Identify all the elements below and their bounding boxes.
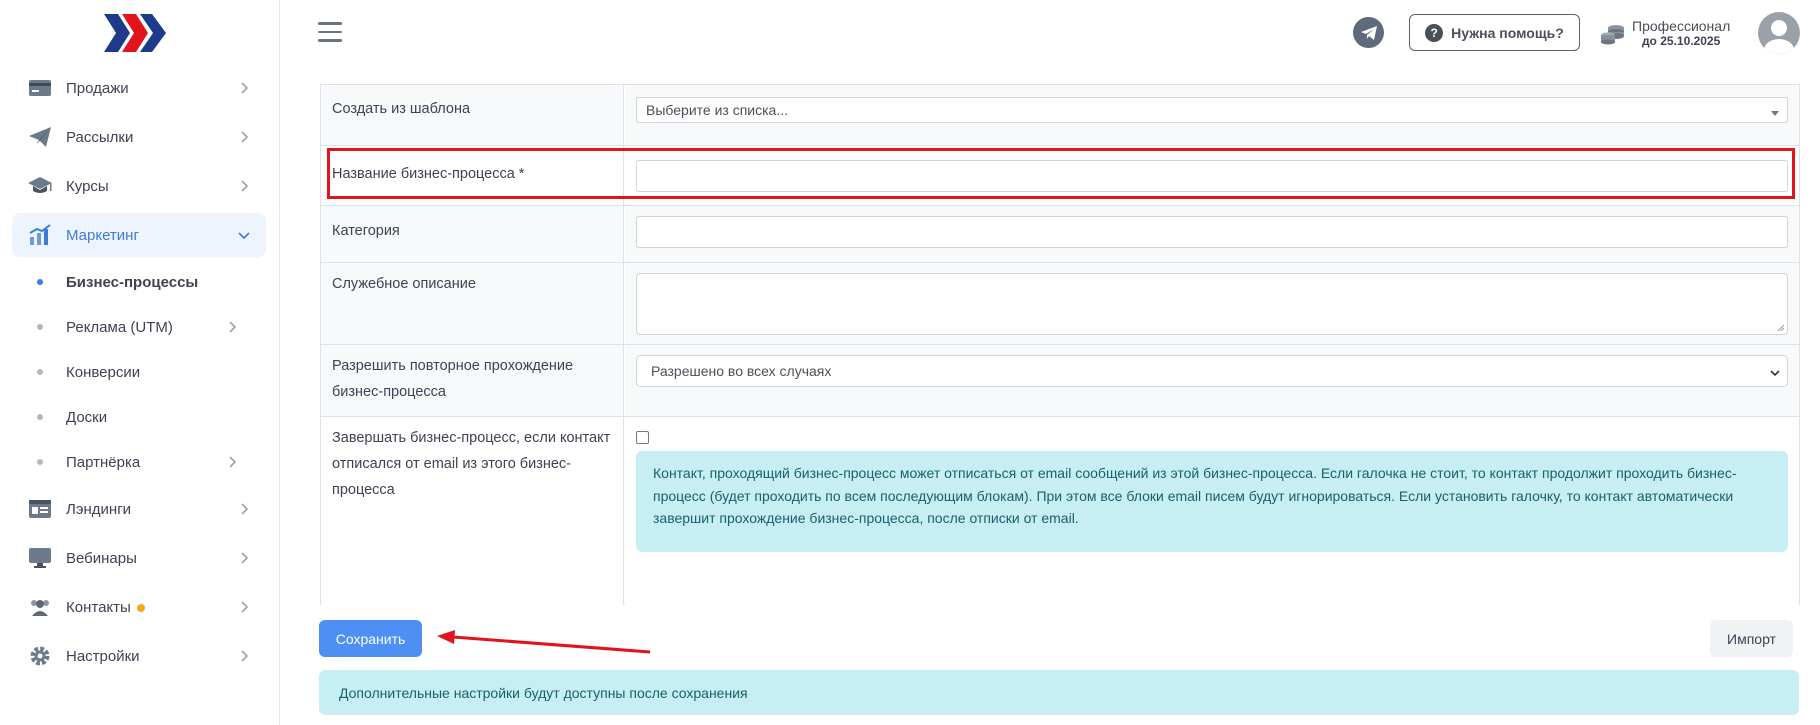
chevron-right-icon bbox=[241, 82, 249, 94]
sidebar-sub-label: Доски bbox=[66, 408, 108, 426]
coins-icon bbox=[1601, 25, 1624, 45]
sidebar-item-settings[interactable]: Настройки bbox=[12, 634, 266, 678]
category-input[interactable] bbox=[636, 216, 1788, 248]
row-unsubscribe: Завершать бизнес-процесс, если контакт о… bbox=[321, 417, 1799, 605]
wallet-icon bbox=[26, 74, 54, 102]
plan-name: Профессионал bbox=[1632, 18, 1731, 34]
help-button[interactable]: ? Нужна помощь? bbox=[1409, 14, 1580, 51]
sidebar-item-label: Контакты bbox=[66, 599, 145, 616]
bullet-icon bbox=[37, 414, 43, 420]
sidebar-sub-label: Реклама (UTM) bbox=[66, 318, 173, 336]
template-placeholder: Выберите из списка... bbox=[646, 102, 789, 118]
chevron-right-icon bbox=[229, 456, 237, 468]
bullet-icon bbox=[37, 459, 43, 465]
paper-plane-icon bbox=[26, 123, 54, 151]
chevron-right-icon bbox=[241, 503, 249, 515]
logo[interactable] bbox=[104, 14, 166, 52]
chevron-right-icon bbox=[241, 180, 249, 192]
sidebar-item-label: Курсы bbox=[66, 177, 109, 195]
plan-date: до 25.10.2025 bbox=[1641, 34, 1721, 48]
sidebar-sub-boards[interactable]: Доски bbox=[12, 398, 266, 436]
sidebar-item-label: Вебинары bbox=[66, 549, 137, 567]
category-label: Категория bbox=[321, 206, 624, 262]
notification-dot bbox=[136, 603, 145, 612]
sidebar-item-webinars[interactable]: Вебинары bbox=[12, 536, 266, 580]
question-icon: ? bbox=[1425, 23, 1444, 42]
sidebar-item-contacts[interactable]: Контакты bbox=[12, 585, 266, 629]
sidebar: Продажи Рассылки Курсы Маркетинг Бизнес-… bbox=[0, 0, 280, 725]
chevron-right-icon bbox=[241, 552, 249, 564]
business-process-form: Создать из шаблона Выберите из списка...… bbox=[320, 84, 1800, 605]
plan-badge[interactable]: Профессионал до 25.10.2025 bbox=[1600, 17, 1735, 51]
import-button[interactable]: Импорт bbox=[1710, 620, 1793, 657]
sidebar-sub-label: Конверсии bbox=[66, 363, 141, 381]
monitor-icon bbox=[26, 544, 54, 572]
sidebar-item-label: Маркетинг bbox=[66, 226, 139, 244]
graduation-cap-icon bbox=[26, 172, 54, 200]
bullet-icon bbox=[37, 324, 43, 330]
chevron-right-icon bbox=[241, 601, 249, 613]
avatar[interactable] bbox=[1758, 12, 1800, 54]
help-label: Нужна помощь? bbox=[1451, 24, 1564, 41]
landing-page-icon bbox=[26, 495, 54, 523]
bar-chart-icon bbox=[26, 221, 54, 249]
name-input[interactable] bbox=[636, 160, 1788, 192]
sidebar-sub-label: Бизнес-процессы bbox=[66, 273, 199, 291]
chevron-right-icon bbox=[241, 650, 249, 662]
menu-icon[interactable] bbox=[318, 22, 342, 42]
sidebar-item-label: Лэндинги bbox=[66, 500, 132, 518]
unsubscribe-label: Завершать бизнес-процесс, если контакт о… bbox=[321, 417, 624, 605]
sidebar-sub-partners[interactable]: Партнёрка bbox=[12, 443, 266, 481]
bullet-icon bbox=[37, 369, 43, 375]
sidebar-item-courses[interactable]: Курсы bbox=[12, 164, 266, 208]
chevron-down-icon bbox=[1770, 370, 1780, 377]
chevron-right-icon bbox=[229, 321, 237, 333]
row-template: Создать из шаблона Выберите из списка... bbox=[321, 85, 1799, 146]
row-category: Категория bbox=[321, 206, 1799, 263]
gear-icon bbox=[26, 642, 54, 670]
chevron-right-icon bbox=[241, 131, 249, 143]
user-icon bbox=[1764, 20, 1794, 54]
repeat-label: Разрешить повторное прохождение бизнес-п… bbox=[321, 345, 624, 416]
sidebar-item-label: Рассылки bbox=[66, 128, 134, 146]
row-description: Служебное описание bbox=[321, 263, 1799, 345]
resize-grip-icon bbox=[1777, 324, 1785, 332]
repeat-select[interactable]: Разрешено во всех случаях bbox=[636, 355, 1788, 387]
description-textarea[interactable] bbox=[636, 273, 1788, 335]
sidebar-sub-utm[interactable]: Реклама (UTM) bbox=[12, 308, 266, 346]
save-button[interactable]: Сохранить bbox=[319, 620, 422, 657]
bullet-icon bbox=[37, 279, 43, 285]
template-label: Создать из шаблона bbox=[321, 85, 624, 145]
description-label: Служебное описание bbox=[321, 263, 624, 344]
save-notice: Дополнительные настройки будут доступны … bbox=[319, 670, 1799, 715]
unsubscribe-checkbox[interactable] bbox=[636, 431, 649, 444]
sidebar-item-label: Продажи bbox=[66, 79, 129, 97]
arrow-annotation bbox=[437, 630, 651, 654]
chevron-down-icon bbox=[238, 232, 250, 240]
caret-down-icon bbox=[1771, 111, 1779, 116]
sidebar-item-sales[interactable]: Продажи bbox=[12, 66, 266, 110]
sidebar-item-landings[interactable]: Лэндинги bbox=[12, 487, 266, 531]
sidebar-sub-conversions[interactable]: Конверсии bbox=[12, 353, 266, 391]
sidebar-item-marketing[interactable]: Маркетинг bbox=[12, 213, 266, 257]
users-icon bbox=[26, 593, 54, 621]
template-select[interactable]: Выберите из списка... bbox=[636, 97, 1788, 123]
telegram-icon[interactable] bbox=[1353, 17, 1384, 48]
sidebar-item-label: Настройки bbox=[66, 647, 140, 665]
row-name: Название бизнес-процесса * bbox=[321, 146, 1799, 206]
name-label: Название бизнес-процесса * bbox=[321, 146, 624, 205]
sidebar-sub-business-processes[interactable]: Бизнес-процессы bbox=[12, 263, 266, 301]
sidebar-item-mailings[interactable]: Рассылки bbox=[12, 115, 266, 159]
repeat-value: Разрешено во всех случаях bbox=[651, 363, 832, 379]
row-repeat: Разрешить повторное прохождение бизнес-п… bbox=[321, 345, 1799, 417]
unsubscribe-info: Контакт, проходящий бизнес-процесс может… bbox=[636, 451, 1788, 552]
sidebar-sub-label: Партнёрка bbox=[66, 453, 141, 471]
